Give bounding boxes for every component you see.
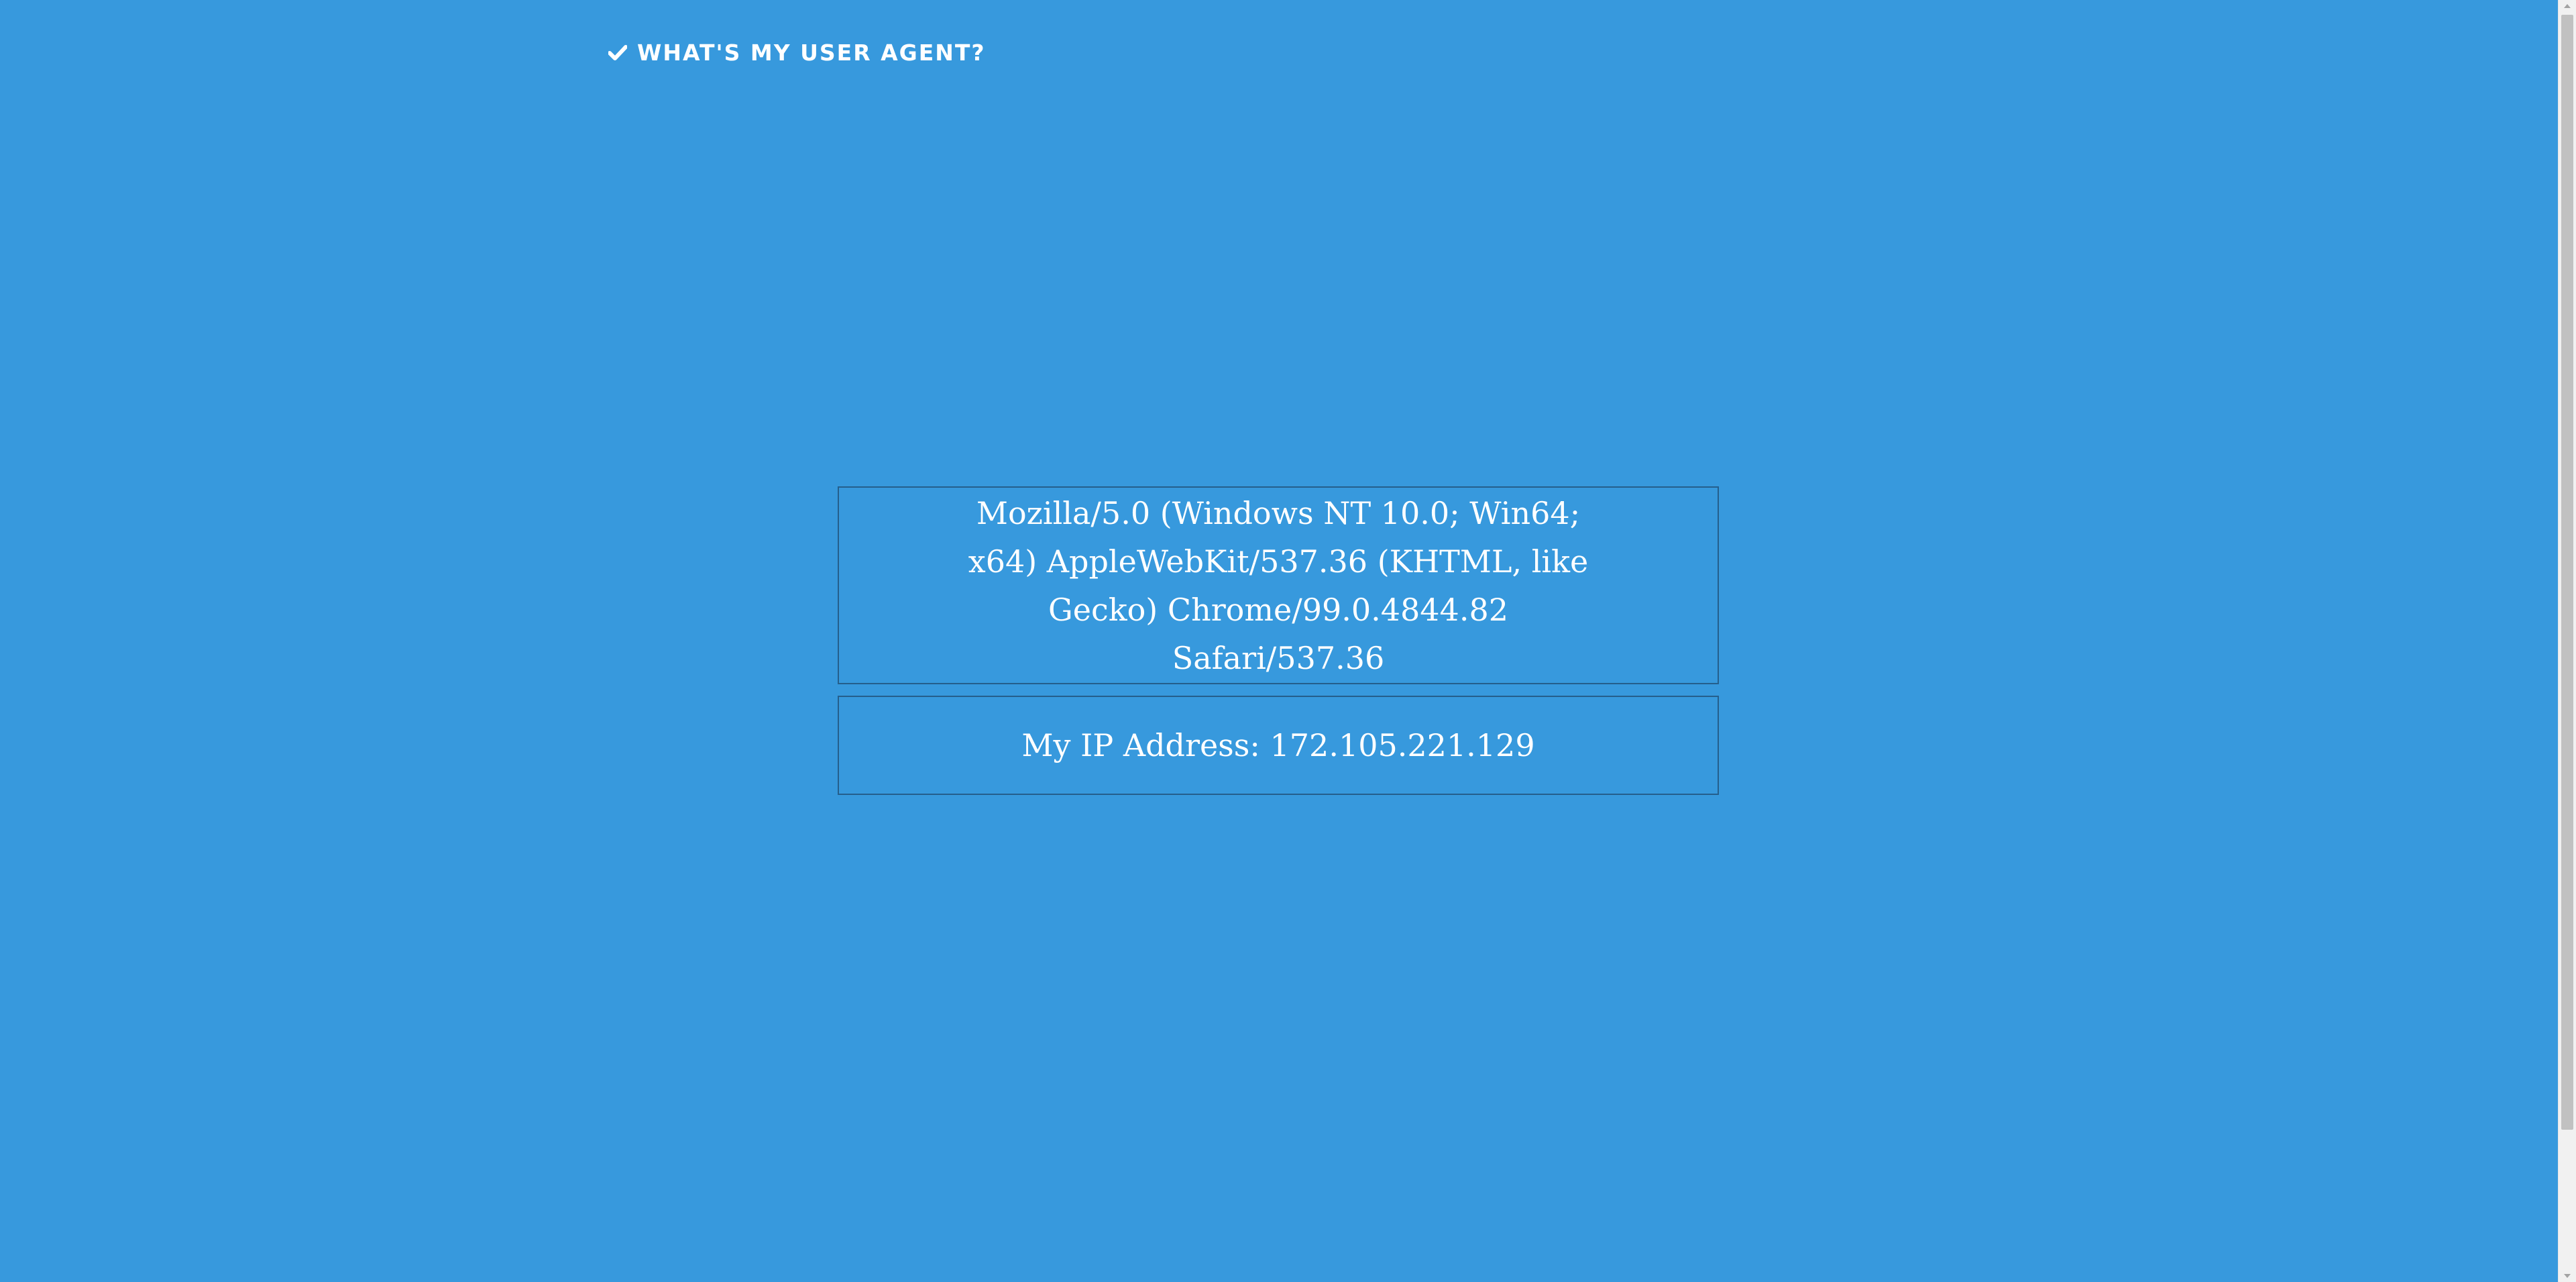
ip-address-box: My IP Address: 172.105.221.129	[838, 696, 1719, 795]
check-icon	[608, 42, 628, 62]
page-scrollbar[interactable]	[2558, 0, 2576, 1282]
ip-address-value: 172.105.221.129	[1270, 727, 1535, 763]
site-logo-link[interactable]: WHAT'S MY USER AGENT?	[608, 38, 986, 67]
site-title: WHAT'S MY USER AGENT?	[637, 39, 986, 66]
scroll-down-icon[interactable]	[2564, 1274, 2571, 1278]
scrollbar-thumb[interactable]	[2561, 15, 2573, 1130]
user-agent-text: Mozilla/5.0 (Windows NT 10.0; Win64; x64…	[968, 494, 1589, 676]
scroll-up-icon[interactable]	[2564, 4, 2571, 8]
user-agent-box: Mozilla/5.0 (Windows NT 10.0; Win64; x64…	[838, 486, 1719, 684]
ip-address-label: My IP Address:	[1021, 727, 1260, 763]
